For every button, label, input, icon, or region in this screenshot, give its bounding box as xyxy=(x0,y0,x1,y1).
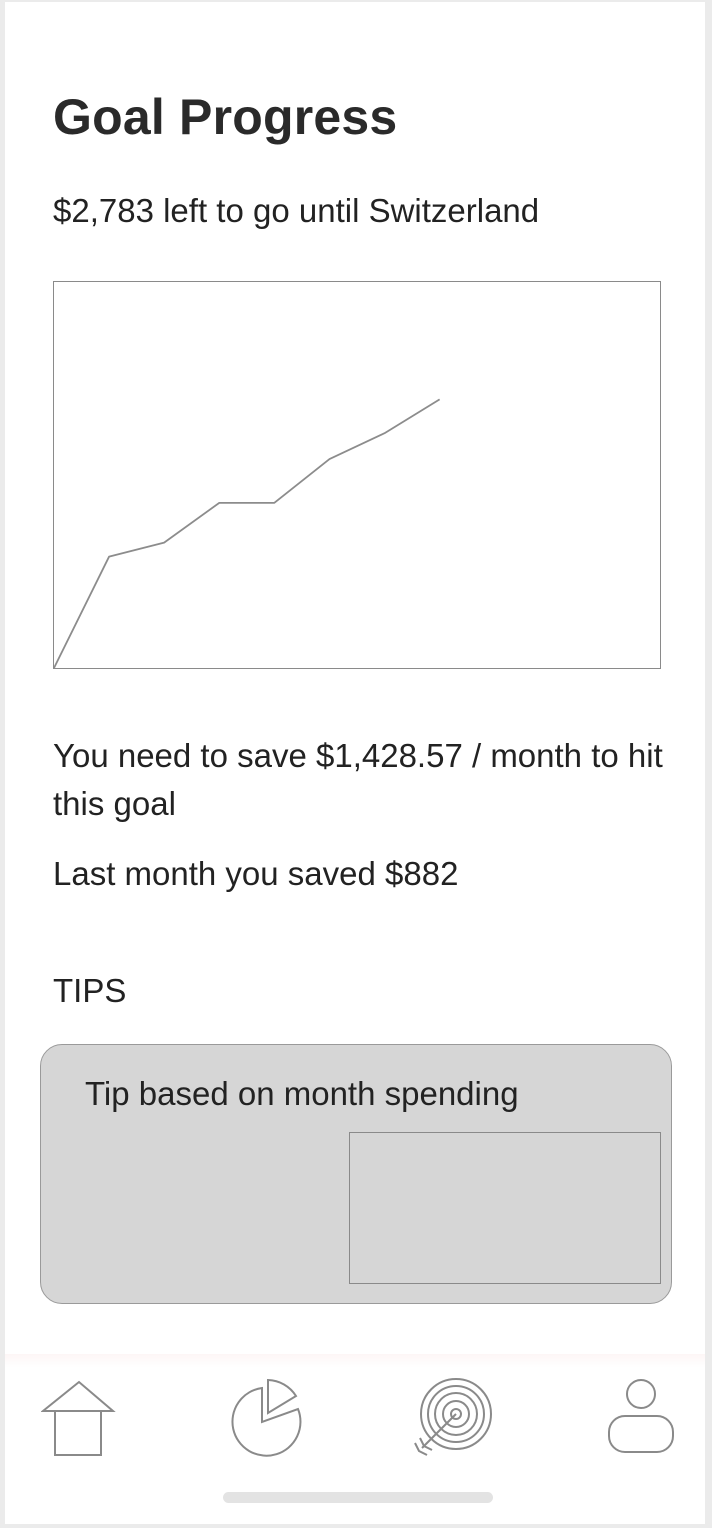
tip-card-title: Tip based on month spending xyxy=(85,1075,519,1112)
phone-screen: Goal Progress $2,783 left to go until Sw… xyxy=(5,2,705,1524)
profile-icon xyxy=(608,1379,674,1453)
tab-goals[interactable] xyxy=(412,1376,502,1462)
tab-home[interactable] xyxy=(41,1376,131,1462)
chart-series-line-0 xyxy=(54,398,441,668)
tip-card[interactable]: Tip based on month spending xyxy=(40,1044,672,1304)
tips-section-label: TIPS xyxy=(53,972,127,1009)
home-icon xyxy=(41,1380,116,1456)
chart-svg xyxy=(54,398,441,668)
last-month-saved-text: Last month you saved $882 xyxy=(53,855,459,892)
tip-image-placeholder xyxy=(349,1132,661,1284)
tab-spending[interactable] xyxy=(223,1376,313,1462)
goal-remaining-text: $2,783 left to go until Switzerland xyxy=(53,192,540,229)
target-icon xyxy=(414,1378,492,1456)
tab-profile[interactable] xyxy=(601,1376,691,1462)
monthly-savings-needed-text: You need to save $1,428.57 / month to hi… xyxy=(53,737,663,822)
goal-progress-chart xyxy=(53,281,661,669)
home-indicator[interactable] xyxy=(223,1492,493,1503)
pie-chart-icon xyxy=(231,1378,302,1457)
page-title: Goal Progress xyxy=(53,89,398,145)
